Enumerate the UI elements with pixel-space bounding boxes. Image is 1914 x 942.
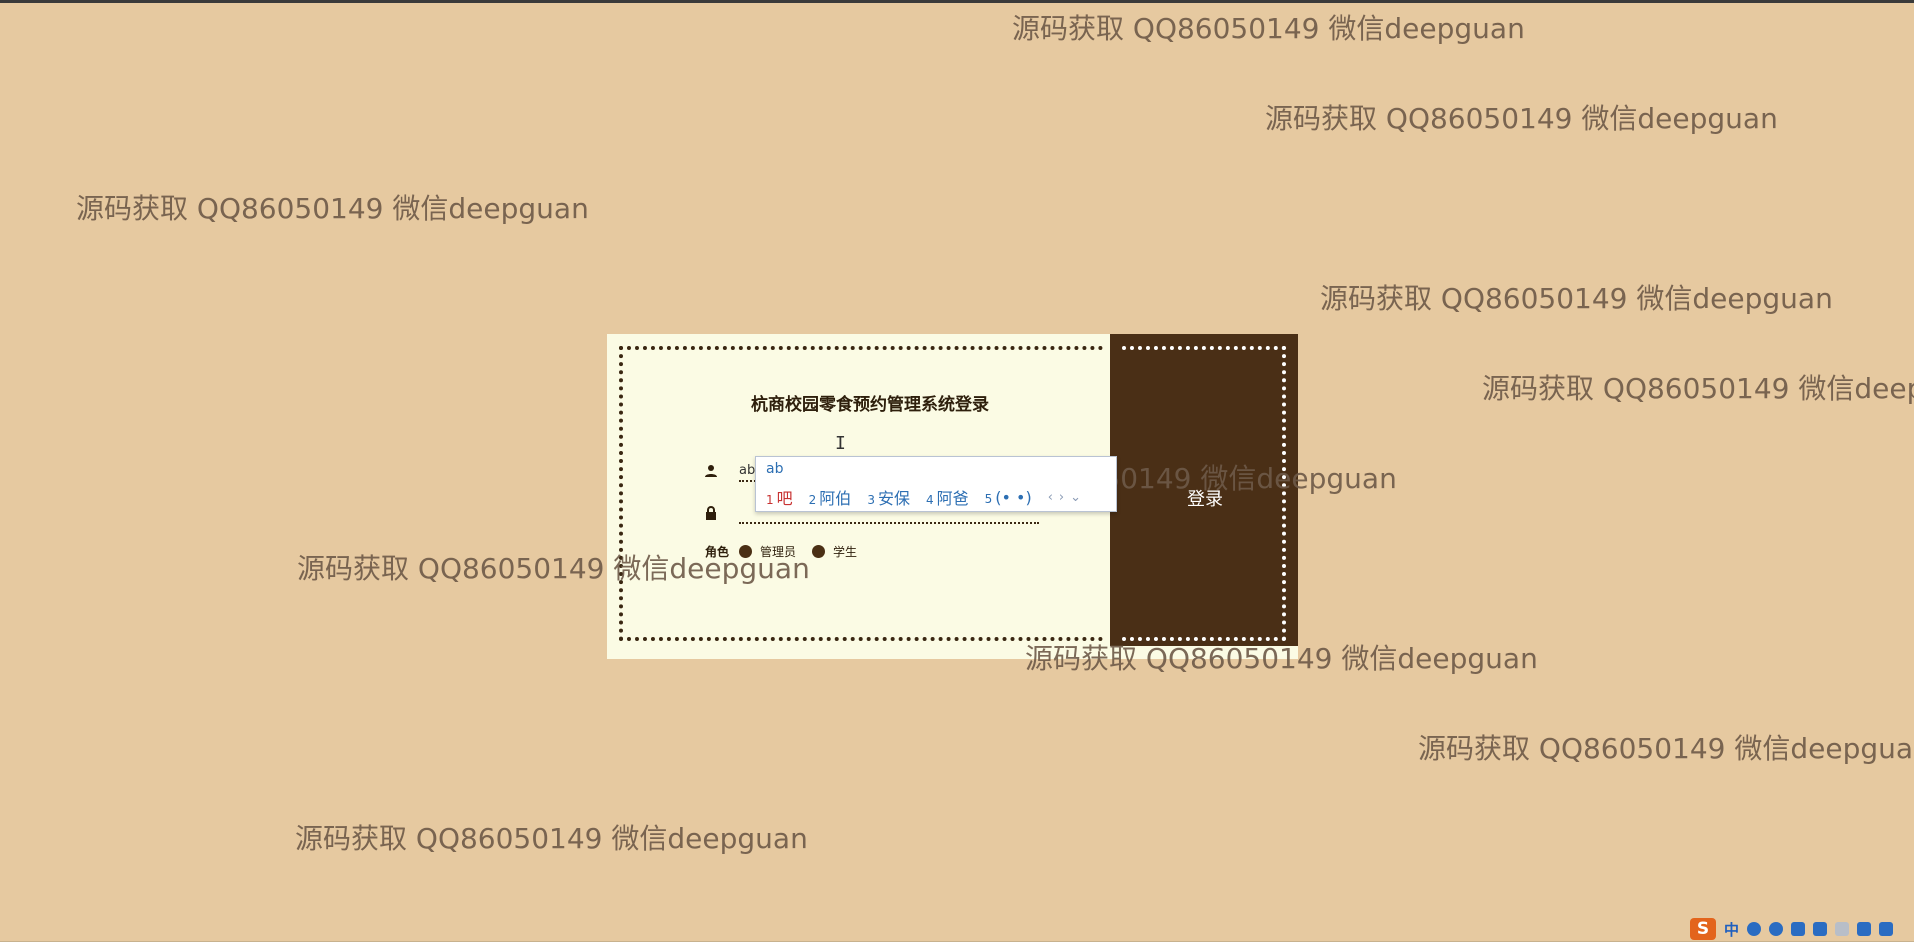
role-radio-admin[interactable] xyxy=(739,545,753,558)
ime-candidate-popup: ab 1吧 2 阿伯 3 安保 4 阿爸 5 (• •) ‹ › ⌄ xyxy=(755,456,1117,512)
watermark: 源码获取 QQ86050149 微信deepguan xyxy=(76,192,589,225)
ime-candidate[interactable]: 3 安保 xyxy=(867,485,910,509)
role-option-admin[interactable]: 管理员 xyxy=(760,543,796,560)
role-option-student[interactable]: 学生 xyxy=(833,543,857,560)
user-icon[interactable] xyxy=(1835,922,1850,936)
ime-tray: S 中 xyxy=(1690,917,1914,941)
ime-expand-icon[interactable]: ⌄ xyxy=(1070,490,1081,505)
ime-prev-icon[interactable]: ‹ xyxy=(1048,490,1053,505)
skin-icon[interactable] xyxy=(1857,922,1872,936)
role-selector: 角色 管理员 学生 xyxy=(705,543,873,560)
ime-candidate[interactable]: 1吧 xyxy=(766,485,793,509)
toolbox-icon[interactable] xyxy=(1879,922,1894,936)
watermark: 源码获取 QQ86050149 微信deepguan xyxy=(1012,12,1525,45)
user-icon xyxy=(705,465,717,477)
watermark: 源码获取 QQ86050149 微信deepguan xyxy=(1418,732,1914,765)
sogou-logo-icon[interactable]: S xyxy=(1690,918,1716,940)
microphone-icon[interactable] xyxy=(1791,922,1806,936)
ime-candidate[interactable]: 2 阿伯 xyxy=(809,485,852,509)
ime-candidate[interactable]: 4 阿爸 xyxy=(926,485,969,509)
login-button[interactable]: 登录 xyxy=(1170,484,1240,510)
watermark: 源码获取 QQ86050149 微信deepguan xyxy=(1265,102,1778,135)
ime-next-icon[interactable]: › xyxy=(1059,490,1064,505)
ime-candidate-list: 1吧 2 阿伯 3 安保 4 阿爸 5 (• •) ‹ › ⌄ xyxy=(766,485,1087,509)
keyboard-icon[interactable] xyxy=(1813,922,1828,936)
lock-icon xyxy=(706,506,716,520)
ime-candidate[interactable]: 5 (• •) xyxy=(985,488,1032,507)
punctuation-icon[interactable] xyxy=(1747,922,1762,936)
text-cursor-icon: I xyxy=(835,433,846,454)
role-label: 角色 xyxy=(705,545,730,559)
watermark: 源码获取 QQ86050149 微信deepguan xyxy=(1482,372,1914,405)
login-title: 杭商校园零食预约管理系统登录 xyxy=(751,395,989,415)
ime-lang-toggle[interactable]: 中 xyxy=(1724,919,1739,940)
watermark: 源码获取 QQ86050149 微信deepguan xyxy=(295,822,808,855)
role-radio-student[interactable] xyxy=(812,545,826,558)
ime-composition-text: ab xyxy=(766,461,784,477)
login-side-panel: 登录 xyxy=(1110,334,1298,646)
watermark: 源码获取 QQ86050149 微信deepguan xyxy=(1320,282,1833,315)
emoji-icon[interactable] xyxy=(1769,922,1784,936)
